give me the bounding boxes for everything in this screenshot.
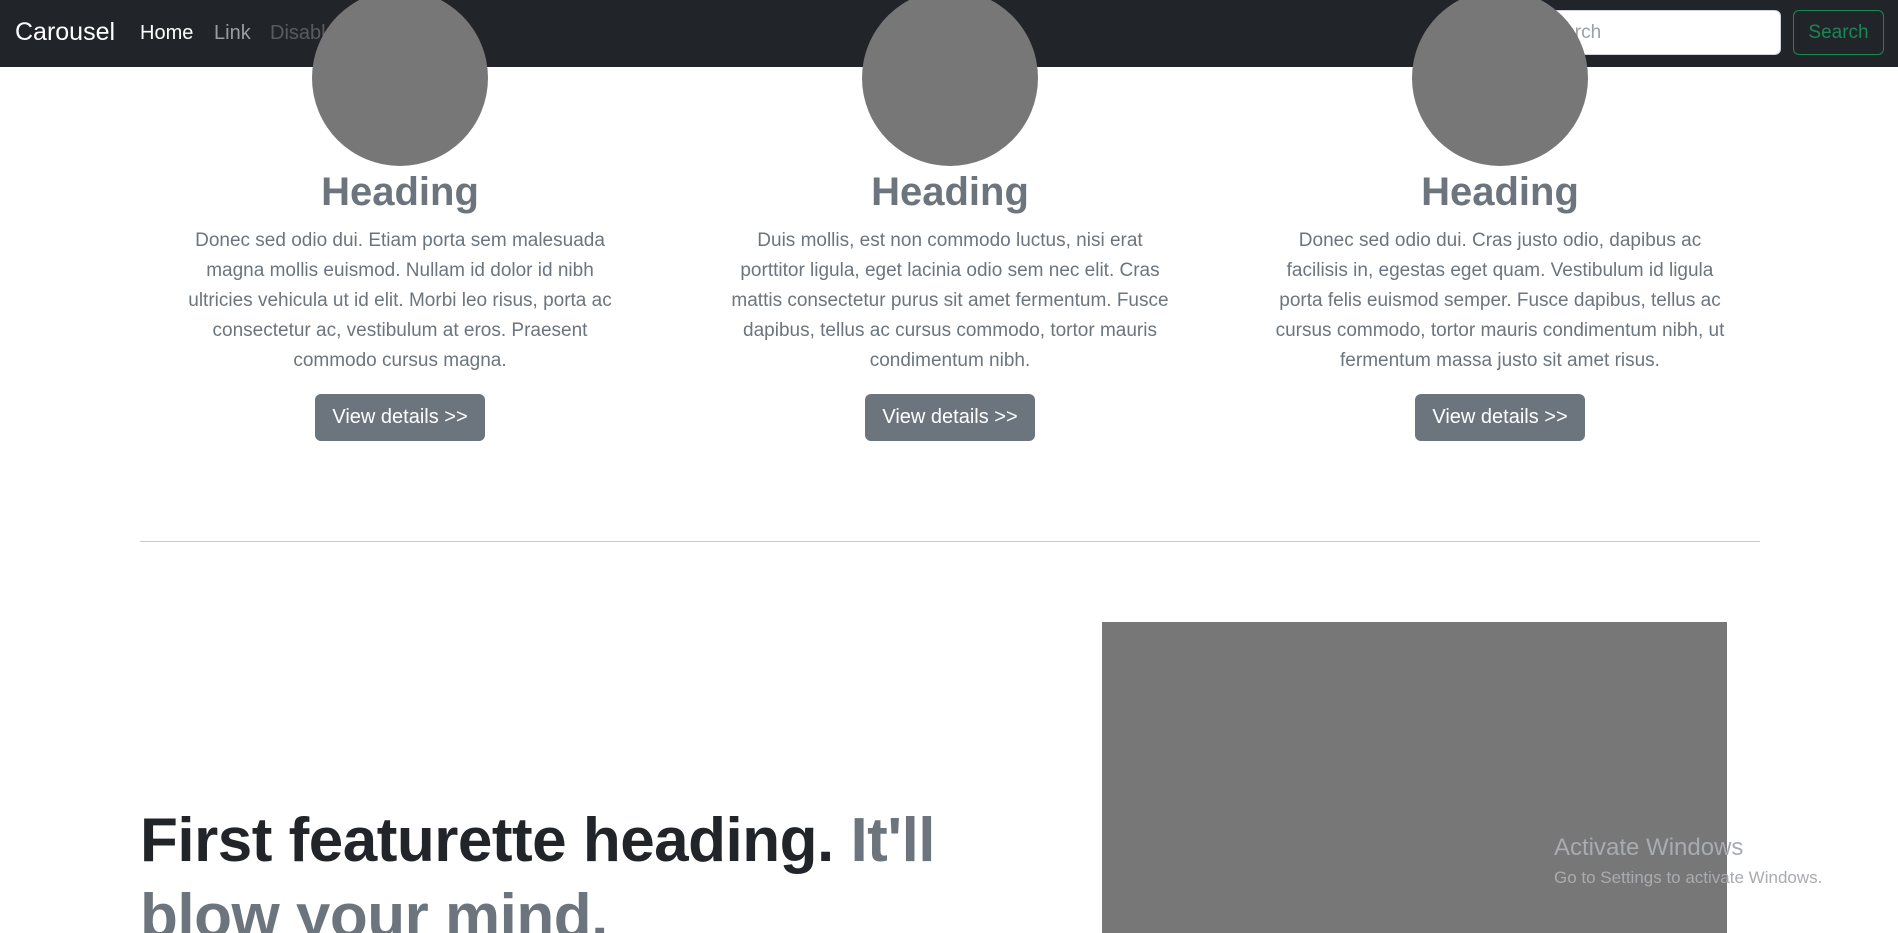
featurette-heading-main: First featurette heading. xyxy=(140,806,834,875)
featurette-heading: First featurette heading. It'll blow you… xyxy=(140,803,1000,933)
placeholder-circle-image xyxy=(1412,0,1588,166)
nav-link[interactable]: Link xyxy=(214,20,251,46)
column-text: Duis mollis, est non commodo luctus, nis… xyxy=(731,230,1169,371)
nav-home-link[interactable]: Home xyxy=(140,20,193,46)
watermark-title: Activate Windows xyxy=(1554,834,1744,861)
placeholder-circle-image xyxy=(862,0,1038,166)
view-details-button[interactable]: View details >> xyxy=(865,394,1035,441)
column-heading: Heading xyxy=(321,170,479,214)
view-details-button[interactable]: View details >> xyxy=(315,394,485,441)
view-details-button[interactable]: View details >> xyxy=(1415,394,1585,441)
brand-link[interactable]: Carousel xyxy=(15,15,115,49)
placeholder-circle-image xyxy=(312,0,488,166)
search-button[interactable]: Search xyxy=(1793,10,1884,55)
activate-windows-watermark: Activate Windows Go to Settings to activ… xyxy=(1554,834,1822,890)
column-heading: Heading xyxy=(1421,170,1579,214)
column-text: Donec sed odio dui. Cras justo odio, dap… xyxy=(1275,230,1725,371)
column-text: Donec sed odio dui. Etiam porta sem male… xyxy=(188,230,612,371)
column-heading: Heading xyxy=(871,170,1029,214)
featurette-divider xyxy=(140,541,1760,542)
watermark-subtitle: Go to Settings to activate Windows. xyxy=(1554,868,1823,887)
